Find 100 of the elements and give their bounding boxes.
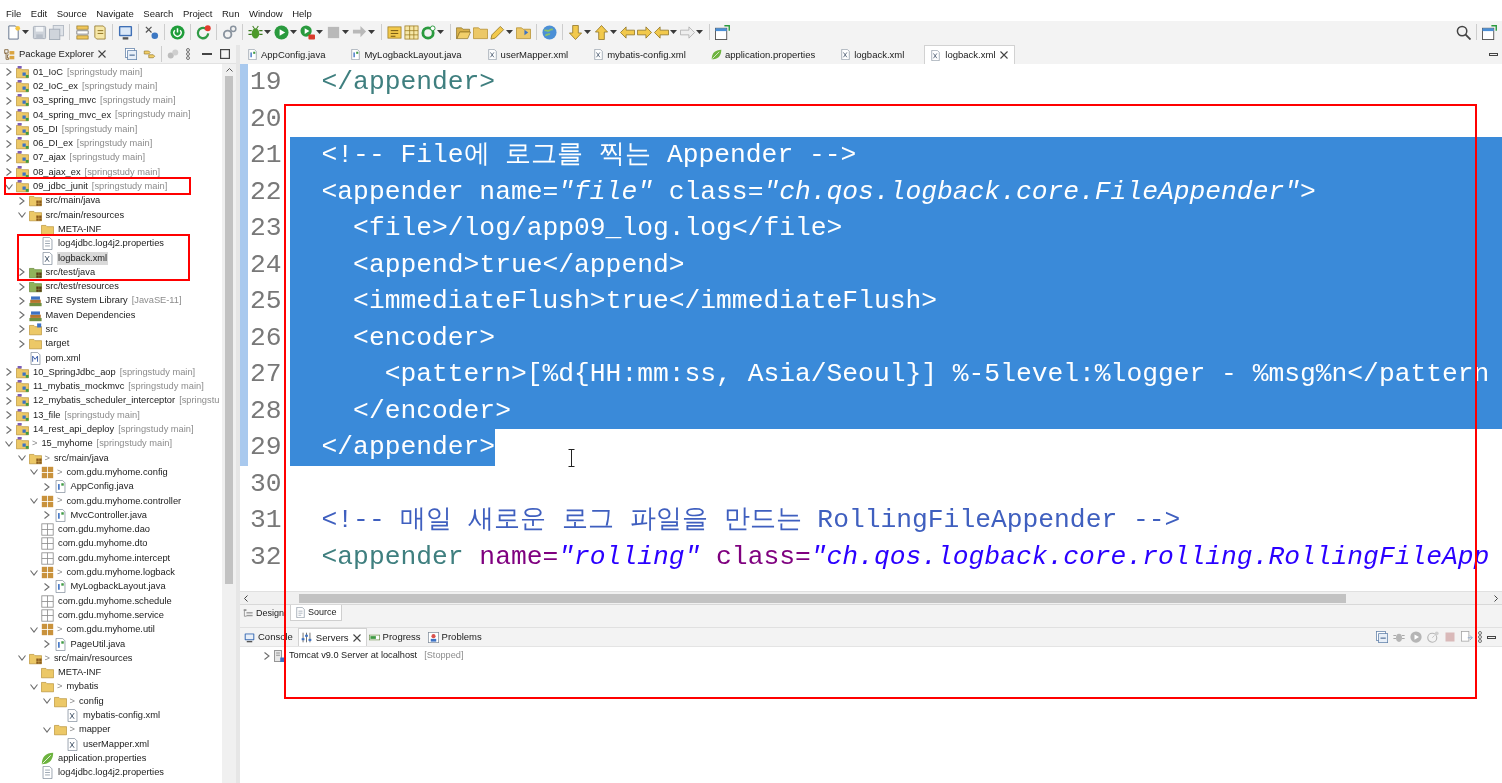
menu-item[interactable]: Source	[56, 7, 87, 20]
tree-item[interactable]: 10_SpringJdbc_aop	[32, 365, 117, 379]
tree-item[interactable]: log4jdbc.log4j2.properties	[57, 766, 165, 780]
tree-item[interactable]: 04_spring_mvc_ex	[32, 108, 113, 122]
bug-icon[interactable]	[248, 24, 263, 40]
close-icon[interactable]	[999, 51, 1008, 59]
menu-item[interactable]: Navigate	[96, 7, 134, 20]
tree-item[interactable]: Maven Dependencies	[44, 308, 137, 322]
tree-item[interactable]: userMapper.xml	[82, 737, 151, 751]
tree-item[interactable]: com.gdu.myhome.schedule	[57, 594, 173, 608]
caret-icon[interactable]	[264, 30, 271, 34]
collapse-all-icon[interactable]	[125, 48, 137, 60]
tree-item[interactable]: logback.xml	[57, 251, 109, 265]
open-folder-icon[interactable]	[456, 24, 471, 40]
chevron-right-icon[interactable]	[18, 296, 25, 305]
rings-icon[interactable]	[222, 24, 237, 40]
tree-item[interactable]: src/main/resources	[52, 651, 134, 665]
caret-icon[interactable]	[342, 30, 349, 34]
globe-icon[interactable]	[542, 24, 557, 40]
caret-icon[interactable]	[368, 30, 375, 34]
vertical-scrollbar[interactable]	[222, 64, 236, 783]
chevron-right-icon[interactable]	[18, 311, 25, 320]
view-tab[interactable]: Progress	[366, 628, 426, 646]
tree-item[interactable]: JRE System Library	[44, 294, 129, 308]
editor-tab[interactable]: logback.xml	[835, 45, 925, 64]
chevron-right-icon[interactable]	[6, 368, 12, 377]
chevron-right-icon[interactable]	[43, 582, 50, 591]
close-icon[interactable]	[352, 633, 361, 642]
tree-item[interactable]: src/test/resources	[44, 280, 120, 294]
maximize-icon[interactable]	[220, 49, 230, 59]
monitor-icon[interactable]	[118, 24, 133, 40]
tree-item[interactable]: config	[77, 694, 105, 708]
chevron-down-icon[interactable]	[42, 698, 51, 705]
editor-tab[interactable]: userMapper.xml	[481, 45, 589, 64]
caret-icon[interactable]	[610, 30, 617, 34]
tree-item[interactable]: 08_ajax_ex	[32, 165, 82, 179]
chevron-right-icon[interactable]	[6, 125, 12, 134]
collapse-all-icon[interactable]	[1376, 631, 1388, 643]
run-tool-icon[interactable]	[300, 24, 315, 40]
tree-item[interactable]: src/main/resources	[44, 208, 126, 222]
tree-item[interactable]: src/test/java	[44, 265, 97, 279]
tree-item[interactable]: 14_rest_api_deploy	[32, 423, 116, 437]
chevron-down-icon[interactable]	[30, 498, 38, 505]
menu-item[interactable]: Window	[248, 7, 283, 20]
chevron-right-icon[interactable]	[6, 82, 12, 91]
layers-icon[interactable]	[75, 24, 90, 40]
grid-icon[interactable]	[404, 24, 419, 40]
chevron-right-icon[interactable]	[18, 268, 25, 277]
chevron-right-icon[interactable]	[6, 139, 12, 148]
chevron-right-icon[interactable]	[18, 339, 25, 348]
menu-item[interactable]: Run	[222, 7, 240, 20]
chevron-right-icon[interactable]	[6, 425, 12, 434]
tree-item[interactable]: 01_IoC	[32, 65, 64, 79]
chevron-right-icon[interactable]	[6, 411, 12, 420]
caret-icon[interactable]	[22, 30, 29, 34]
chevron-right-icon[interactable]	[6, 111, 12, 120]
scrollbar-thumb[interactable]	[225, 76, 233, 584]
tree-item[interactable]: mapper	[77, 723, 112, 737]
menu-item[interactable]: Project	[182, 7, 213, 20]
caret-icon[interactable]	[290, 30, 297, 34]
window-icon[interactable]	[1482, 24, 1497, 40]
tree-item[interactable]: src/main/java	[44, 194, 102, 208]
scroll-right-icon[interactable]	[1494, 594, 1498, 602]
tree-item[interactable]: mybatis	[65, 680, 100, 694]
chevron-right-icon[interactable]	[6, 168, 12, 177]
editor-tab[interactable]: mybatis-config.xml	[588, 45, 706, 64]
chevron-right-icon[interactable]	[18, 196, 25, 205]
caret-icon[interactable]	[506, 30, 513, 34]
tree-item[interactable]: com.gdu.myhome.controller	[65, 494, 183, 508]
tree-item[interactable]: META-INF	[57, 666, 103, 680]
editor-tab[interactable]: application.properties	[705, 45, 836, 64]
chevron-right-icon[interactable]	[18, 282, 25, 291]
tree-item[interactable]: com.gdu.myhome.intercept	[57, 551, 172, 565]
view-tab[interactable]: Problems	[425, 628, 487, 646]
chevron-down-icon[interactable]	[30, 683, 38, 690]
caret-icon[interactable]	[316, 30, 323, 34]
menu-item[interactable]: Help	[292, 7, 312, 20]
tree-item[interactable]: com.gdu.myhome.service	[57, 608, 165, 622]
tree-item[interactable]: com.gdu.myhome.dao	[57, 523, 151, 537]
tree-item[interactable]: com.gdu.myhome.logback	[65, 566, 176, 580]
chevron-down-icon[interactable]	[5, 440, 13, 447]
scroll-up-icon[interactable]	[225, 68, 233, 72]
caret-icon[interactable]	[437, 30, 444, 34]
chevron-right-icon[interactable]	[6, 153, 12, 162]
editor-tab[interactable]: AppConfig.java	[242, 45, 346, 64]
chevron-down-icon[interactable]	[42, 726, 51, 733]
tree-item[interactable]: 11_mybatis_mockmvc	[32, 380, 126, 394]
chevron-right-icon[interactable]	[6, 382, 12, 391]
chevron-down-icon[interactable]	[17, 455, 26, 462]
cross-dot-icon[interactable]	[144, 24, 159, 40]
refresh-icon[interactable]	[196, 24, 211, 40]
chevron-right-icon[interactable]	[43, 482, 50, 491]
chevron-down-icon[interactable]	[17, 655, 26, 662]
power-icon[interactable]	[170, 24, 185, 40]
tree-item[interactable]: com.gdu.myhome.config	[65, 465, 169, 479]
list-box-icon[interactable]	[387, 24, 402, 40]
minimize-icon[interactable]	[1489, 53, 1498, 56]
chevron-down-icon[interactable]	[17, 212, 26, 219]
caret-icon[interactable]	[584, 30, 591, 34]
tree-item[interactable]: 15_myhome	[40, 437, 94, 451]
